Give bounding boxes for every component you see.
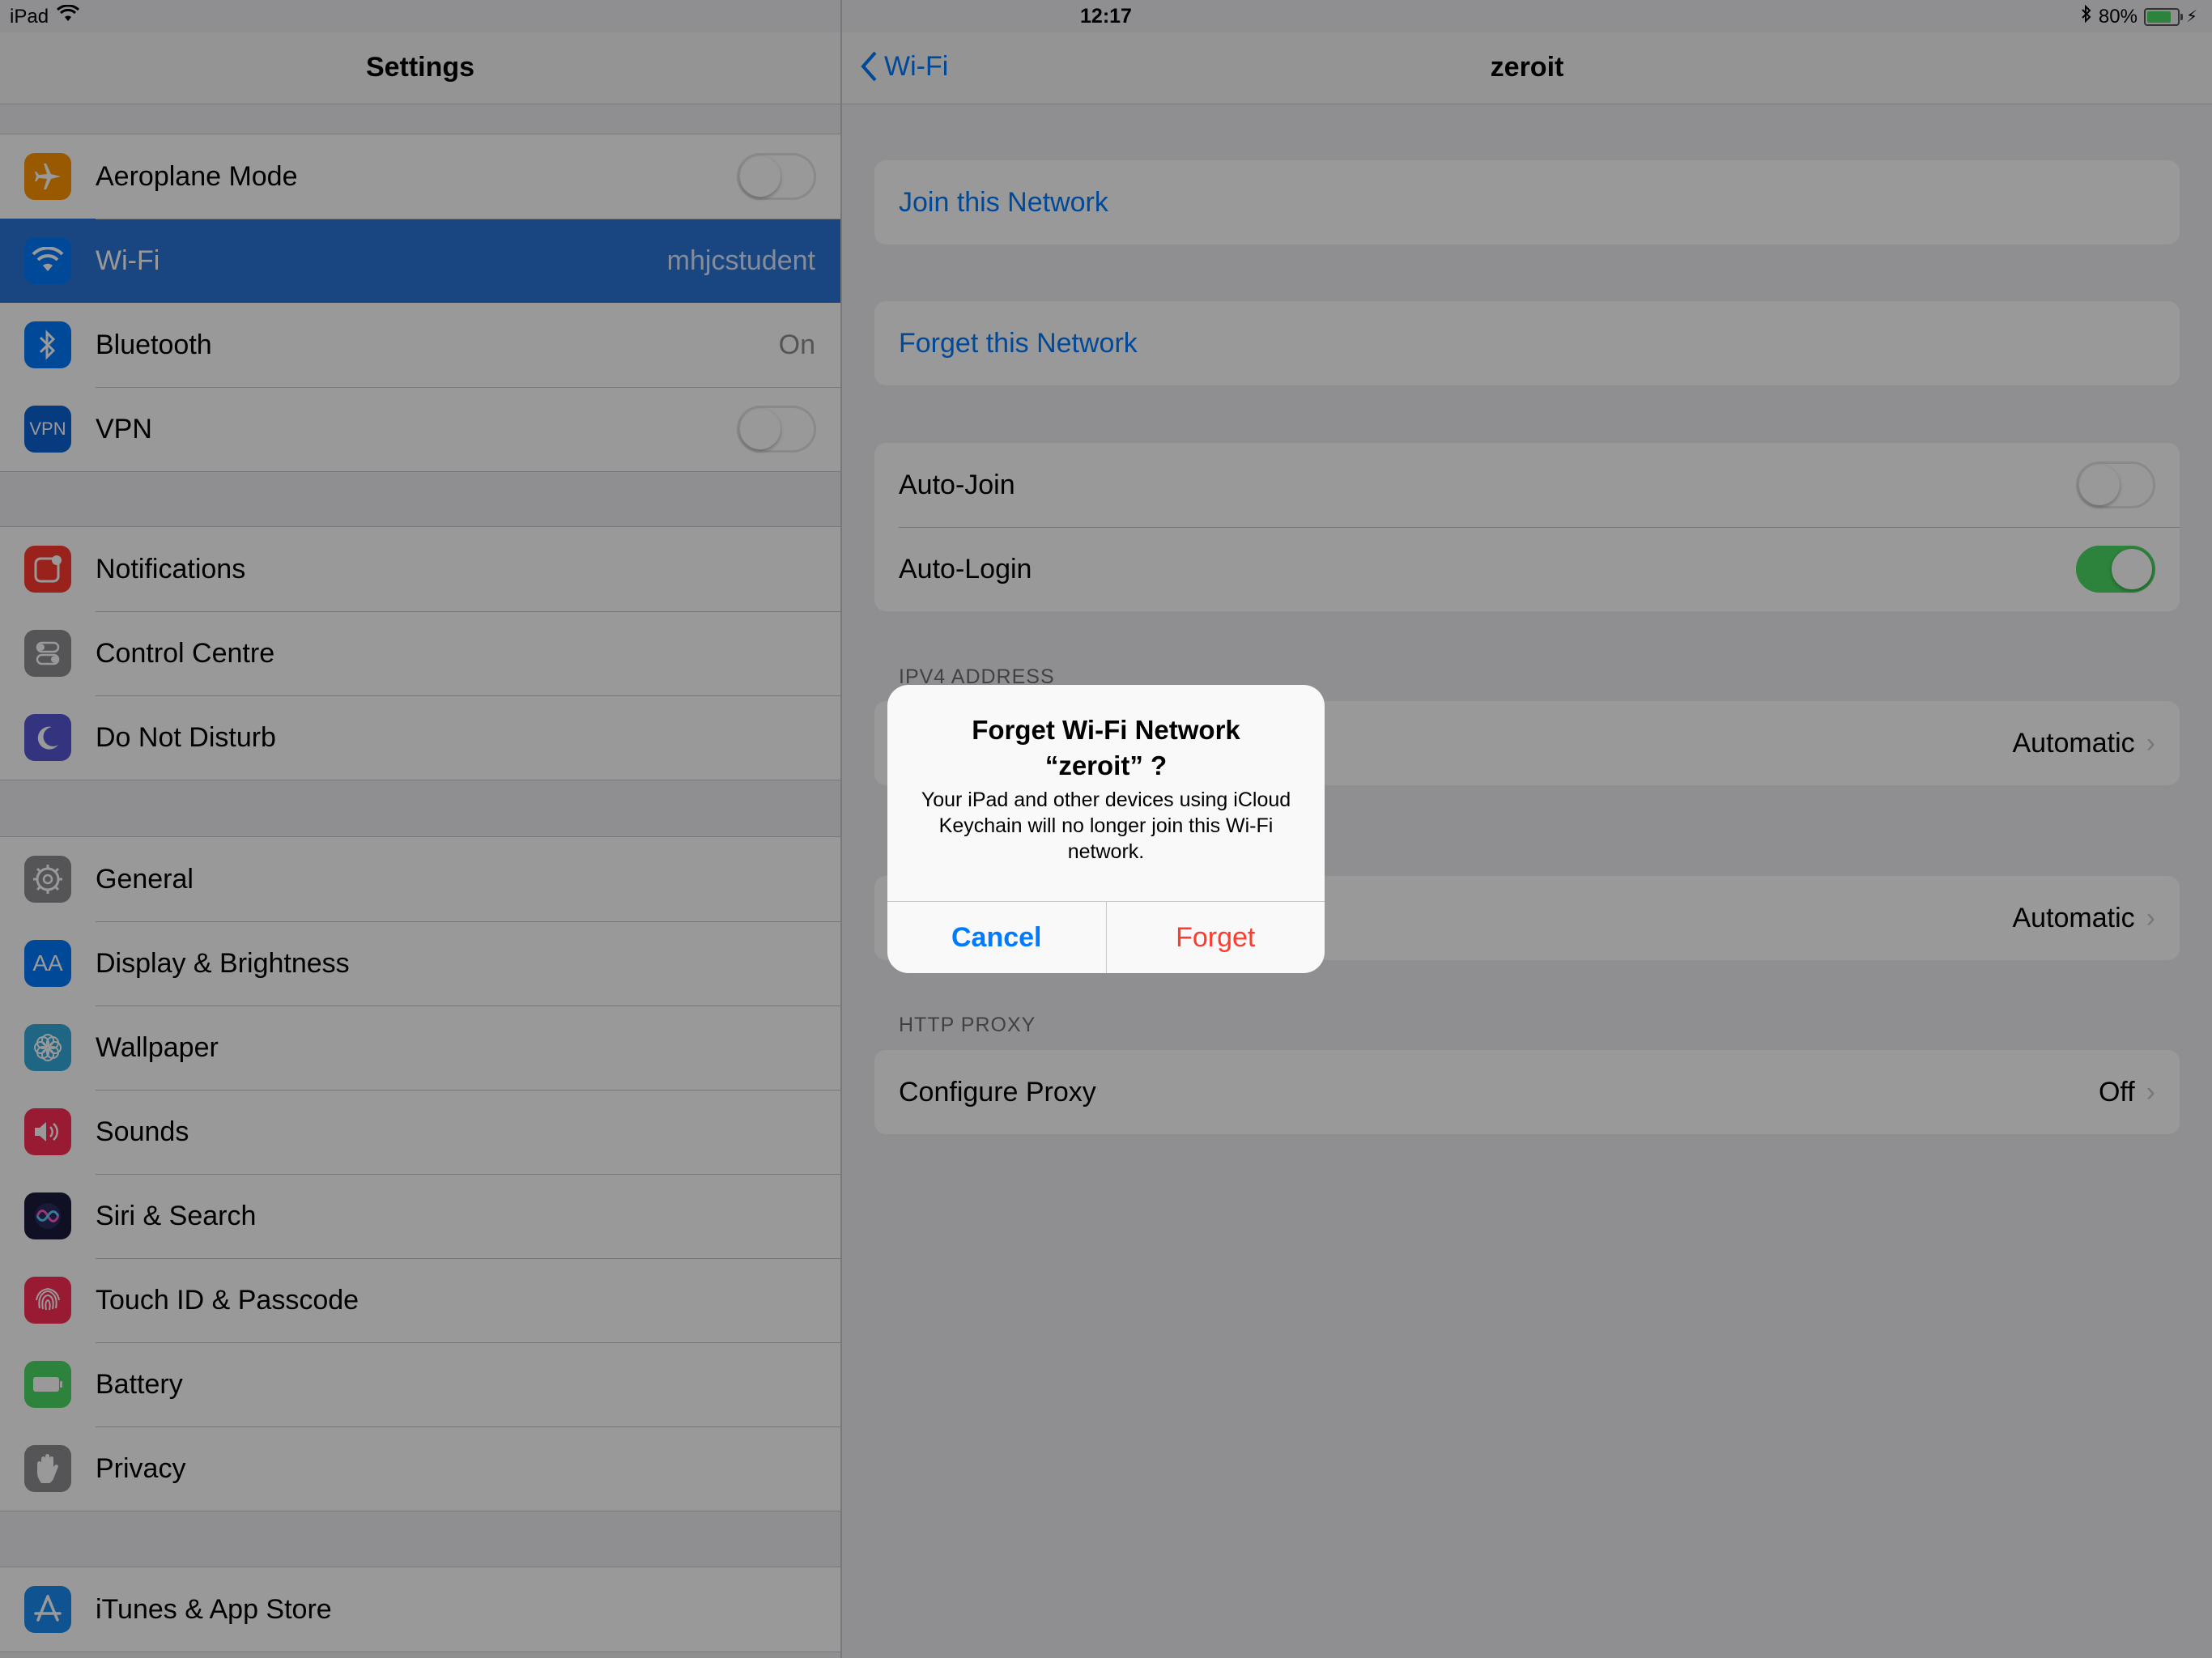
alert-title-line1: Forget Wi-Fi Network (972, 715, 1240, 745)
forget-button[interactable]: Forget (1105, 902, 1325, 973)
forget-network-alert: Forget Wi-Fi Network “zeroit” ? Your iPa… (887, 685, 1325, 973)
alert-message: Your iPad and other devices using iCloud… (921, 789, 1291, 863)
alert-title-line2: “zeroit” ? (1044, 750, 1168, 780)
alert-buttons: Cancel Forget (887, 901, 1325, 973)
cancel-button[interactable]: Cancel (887, 902, 1106, 973)
alert-title: Forget Wi-Fi Network “zeroit” ? (887, 712, 1325, 784)
